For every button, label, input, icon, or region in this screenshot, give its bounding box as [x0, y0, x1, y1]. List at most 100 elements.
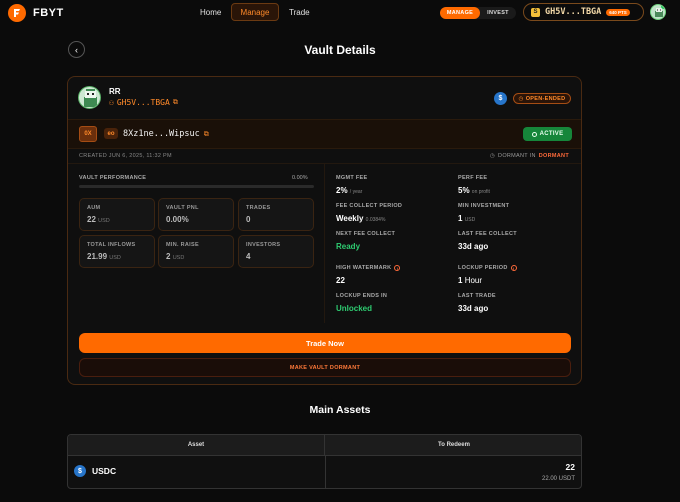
- info-fee-period: FEE COLLECT PERIOD Weekly 0.0384%: [336, 203, 402, 223]
- info-label-row: HIGH WATERMARK i: [336, 265, 401, 271]
- info-value: Weekly 0.0384%: [336, 214, 402, 223]
- info-value: 1 USD: [458, 214, 509, 223]
- column-header-asset: Asset: [68, 435, 325, 455]
- user-icon: ⚇: [109, 98, 114, 107]
- info-mgmt-fee: MGMT FEE 2% / year: [336, 175, 367, 195]
- make-dormant-button[interactable]: MAKE VAULT DORMANT: [79, 358, 571, 377]
- info-value: 2% / year: [336, 186, 367, 195]
- stat-investors: INVESTORS 4: [238, 235, 314, 268]
- stat-label: AUM: [87, 205, 101, 211]
- info-label: MIN INVESTMENT: [458, 203, 510, 209]
- stat-label: TOTAL INFLOWS: [87, 242, 136, 248]
- info-label: HIGH WATERMARK: [336, 265, 392, 271]
- vault-address[interactable]: 8Xz1ne...Wipsuc ⧉: [123, 129, 209, 139]
- dormant-label: DORMANT IN: [498, 153, 536, 159]
- info-value: 1 Hour: [458, 276, 517, 285]
- dormant-value: DORMANT: [538, 153, 569, 159]
- trade-now-button[interactable]: Trade Now: [79, 333, 571, 353]
- asset-name: USDC: [92, 466, 117, 476]
- info-value: 5% on profit: [458, 186, 490, 195]
- assets-table: Asset To Redeem $ USDC 22 22.00 USDT: [67, 434, 582, 489]
- points-badge: 640 PTS: [606, 8, 630, 16]
- copy-icon[interactable]: ⧉: [173, 98, 178, 107]
- stat-number: 2: [166, 252, 171, 261]
- stat-value: 4: [246, 252, 306, 261]
- stat-unit: USD: [172, 255, 185, 261]
- nav-trade-link[interactable]: Trade: [289, 8, 310, 17]
- info-unit: / year: [349, 189, 363, 195]
- info-value: 33d ago: [458, 242, 489, 251]
- performance-bar: [79, 185, 314, 188]
- performance-label: VAULT PERFORMANCE: [79, 175, 147, 181]
- stat-number: 0.00%: [166, 215, 189, 224]
- stat-value: 2 USD: [166, 252, 226, 261]
- info-lockup-period: LOCKUP PERIOD i 1 Hour: [458, 265, 517, 285]
- stat-number: 21.99: [87, 252, 108, 261]
- clock-icon: ◷: [489, 153, 496, 159]
- info-number: Weekly: [336, 214, 364, 223]
- top-nav: FBYT Home Manage Trade MANAGE INVEST S G…: [0, 0, 680, 26]
- nav-home-link[interactable]: Home: [200, 8, 221, 17]
- info-last-trade: LAST TRADE 33d ago: [458, 293, 496, 313]
- mode-invest-option[interactable]: INVEST: [480, 10, 516, 16]
- stat-label: VAULT PNL: [166, 205, 199, 211]
- vault-card: RR ⚇ GH5V...TBGA ⧉ $ ◷ OPEN-ENDED 0X eo …: [67, 76, 582, 385]
- copy-icon[interactable]: ⧉: [204, 130, 209, 139]
- nav-manage-link[interactable]: Manage: [231, 3, 279, 21]
- stat-unit: USD: [109, 255, 121, 261]
- brand-logo-icon[interactable]: [8, 4, 26, 22]
- info-icon[interactable]: i: [510, 265, 517, 271]
- online-indicator: [661, 5, 665, 9]
- stat-label: TRADES: [246, 205, 271, 211]
- stat-value: 0.00%: [166, 215, 226, 224]
- info-icon[interactable]: i: [394, 265, 401, 271]
- stat-trades: TRADES 0: [238, 198, 314, 231]
- wallet-button[interactable]: S GH5V...TBGA 640 PTS: [523, 3, 644, 21]
- stat-value: 22 USD: [87, 215, 147, 224]
- redeem-sub-value: 22.00 USDT: [541, 476, 575, 482]
- info-value: 33d ago: [458, 304, 489, 313]
- info-label: MGMT FEE: [336, 175, 368, 181]
- stat-total-inflows: TOTAL INFLOWS 21.99 USD: [79, 235, 155, 268]
- stat-aum: AUM 22 USD: [79, 198, 155, 231]
- info-value: Ready: [336, 242, 361, 251]
- info-number: 2%: [336, 186, 348, 195]
- stat-value: 0: [246, 215, 306, 224]
- redeem-value: 22: [565, 462, 575, 472]
- address-prefix-badge: 0X: [79, 126, 97, 142]
- divider: [68, 163, 581, 164]
- info-number: 1: [458, 276, 463, 285]
- info-label: LAST TRADE: [458, 293, 496, 299]
- status-text: ACTIVE: [539, 131, 564, 137]
- stat-number: 0: [246, 215, 251, 224]
- info-unit: USD: [464, 217, 476, 223]
- user-avatar[interactable]: [650, 4, 666, 20]
- info-label: PERF FEE: [458, 175, 488, 181]
- info-value: 22: [336, 276, 345, 285]
- info-label: LAST FEE COLLECT: [458, 231, 517, 237]
- stat-number: 4: [246, 252, 251, 261]
- wallet-icon: S: [531, 7, 540, 17]
- info-value: Unlocked: [336, 304, 373, 313]
- stat-unit: USD: [98, 218, 110, 224]
- info-lockup-ends: LOCKUP ENDS IN Unlocked: [336, 293, 387, 313]
- wallet-address: GH5V...TBGA: [545, 7, 602, 17]
- mode-manage-option[interactable]: MANAGE: [440, 7, 480, 19]
- info-label: LOCKUP ENDS IN: [336, 293, 388, 299]
- performance-value: 0.00%: [292, 175, 308, 181]
- assets-title: Main Assets: [309, 404, 371, 416]
- info-label: LOCKUP PERIOD: [458, 265, 508, 271]
- stat-min-raise: MIN. RAISE 2 USD: [158, 235, 234, 268]
- info-unit: on profit: [471, 189, 490, 195]
- info-last-fee: LAST FEE COLLECT 33d ago: [458, 231, 517, 251]
- created-timestamp: CREATED JUN 6, 2025, 11:32 PM: [79, 153, 172, 159]
- stat-number: 22: [87, 215, 96, 224]
- info-label-row: LOCKUP PERIOD i: [458, 265, 517, 271]
- owner-address[interactable]: ⚇ GH5V...TBGA ⧉: [109, 98, 178, 107]
- vault-type-text: OPEN-ENDED: [525, 95, 566, 102]
- divider: [325, 455, 326, 488]
- usdc-icon: $: [494, 92, 507, 105]
- owner-name: RR: [109, 87, 121, 96]
- mode-toggle[interactable]: MANAGE INVEST: [440, 7, 516, 19]
- address-tag-badge: eo: [104, 128, 118, 139]
